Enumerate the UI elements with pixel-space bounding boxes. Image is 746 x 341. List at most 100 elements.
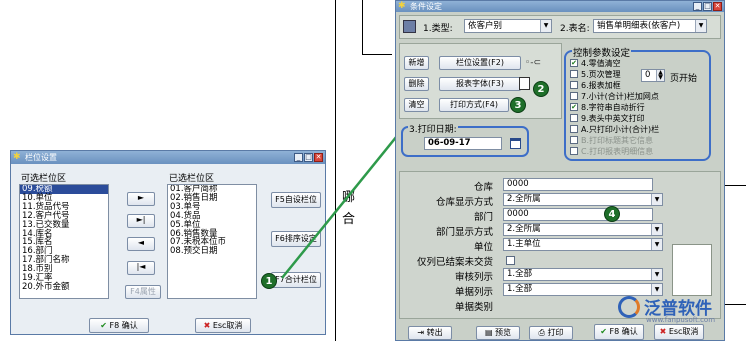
- preview-icon: ▤: [484, 328, 493, 337]
- app-icon-right: ✱: [398, 1, 406, 11]
- export-label: 转出: [426, 328, 443, 337]
- export-button[interactable]: ⇥ 转出: [408, 326, 452, 340]
- page-start-spinner[interactable]: 0 ▲ ▼: [641, 69, 665, 82]
- right-title: 条件设定: [410, 2, 442, 11]
- checkbox-icon[interactable]: [570, 81, 578, 89]
- field-value: 2.全所属: [507, 194, 541, 204]
- print-mode-button[interactable]: 打印方式(F4): [439, 98, 509, 112]
- preview-label: 预览: [495, 328, 512, 337]
- delete-label: 删除: [408, 79, 425, 88]
- field-select[interactable]: 1.全部 ▼: [503, 268, 663, 281]
- option-label: 7.小计(合计)栏加网点: [581, 92, 659, 101]
- checkbox-icon[interactable]: [570, 70, 578, 78]
- condition-settings-window: ✱ 条件设定 _ □ ✕ 1.类型: 依客户别 ▼ 2.表名: 销售单明细表(依客…: [395, 0, 725, 341]
- print-date-input[interactable]: 06-09-17: [424, 137, 502, 150]
- option-label: A.只打印小计(合计)栏: [581, 125, 660, 134]
- checkbox-icon[interactable]: [570, 136, 578, 144]
- calendar-icon[interactable]: [510, 138, 521, 149]
- option-label: 9.表头中英文打印: [581, 114, 645, 123]
- checkbox-checked-icon[interactable]: ✔: [570, 59, 578, 67]
- report-icon: [403, 20, 416, 33]
- dropdown-icon: ▼: [651, 194, 662, 205]
- field-input[interactable]: 0000: [503, 208, 653, 221]
- table-label: 2.表名:: [560, 24, 590, 34]
- table-value: 销售单明细表(依客户): [597, 21, 681, 31]
- field-value: 1.全部: [507, 269, 533, 279]
- table-select[interactable]: 销售单明细表(依客户) ▼: [593, 19, 707, 33]
- checkbox-icon[interactable]: [570, 125, 578, 133]
- option-label: 8.字符串自动折行: [581, 103, 645, 112]
- logo-mark-icon: [618, 296, 640, 318]
- field-label: 仓库: [473, 182, 493, 193]
- confirm-label: F8 确认: [609, 327, 638, 336]
- check-icon: ✔: [600, 327, 607, 336]
- dropdown-icon: ▼: [651, 224, 662, 235]
- field-value: 1.主单位: [507, 239, 541, 249]
- date-value: 06-09-17: [428, 138, 471, 148]
- field-label: 单据类别: [454, 302, 493, 313]
- field-select[interactable]: 1.主单位 ▼: [503, 238, 663, 251]
- checkbox-icon[interactable]: [570, 147, 578, 155]
- step-badge-3: 3: [510, 97, 526, 113]
- checkbox-icon[interactable]: [570, 92, 578, 100]
- checkbox-checked-icon[interactable]: ✔: [570, 103, 578, 111]
- field-input[interactable]: 0000: [503, 178, 653, 191]
- step-badge-4: 4: [604, 206, 620, 222]
- field-label: 仓库显示方式: [435, 197, 493, 208]
- page-num: 0: [645, 70, 651, 80]
- column-settings-icon: ◦-⊂: [525, 58, 542, 68]
- maximize-icon-right[interactable]: □: [703, 2, 712, 11]
- checkbox-icon[interactable]: [570, 114, 578, 122]
- control-params-title: 控制参数设定: [572, 45, 632, 59]
- type-value: 依客户别: [468, 21, 503, 31]
- field-value: 2.全所属: [507, 224, 541, 234]
- col-label: 栏位设置(F2): [456, 58, 504, 67]
- option-label: 4.零值清空: [581, 59, 621, 68]
- esc-cancel-label: Esc取消: [668, 327, 699, 336]
- field-label: 审核列示: [454, 272, 493, 283]
- logo-url: www.fanpusoft.com: [646, 316, 716, 324]
- preview-box: [672, 244, 712, 296]
- dropdown-icon: ▼: [540, 20, 551, 32]
- field-value: 1.全部: [507, 284, 533, 294]
- delete-button[interactable]: 删除: [404, 77, 429, 91]
- print-date-label: 3.打印日期:: [408, 122, 458, 135]
- field-select[interactable]: 2.全所属 ▼: [503, 193, 663, 206]
- print-button[interactable]: ⎙ 打印: [529, 326, 573, 340]
- column-settings-button[interactable]: 栏位设置(F2): [439, 56, 521, 70]
- clear-button[interactable]: 清空: [404, 98, 429, 112]
- dropdown-icon: ▼: [651, 269, 662, 280]
- report-font-button[interactable]: 报表字体(F3): [439, 77, 521, 91]
- clear-label: 清空: [408, 100, 425, 109]
- minimize-icon-right[interactable]: _: [693, 2, 702, 11]
- option-label: B.打印标题其它信息: [581, 136, 654, 145]
- type-select[interactable]: 依客户别 ▼: [464, 19, 552, 33]
- step-badge-2: 2: [533, 81, 549, 97]
- print-mode-label: 打印方式(F4): [450, 100, 498, 109]
- preview-button[interactable]: ▤ 预览: [476, 326, 520, 340]
- cancel-x-icon: ✖: [659, 327, 667, 336]
- closed-uncleared-checkbox[interactable]: [506, 256, 515, 265]
- field-label: 单位: [473, 242, 493, 253]
- dropdown-icon: ▼: [651, 239, 662, 250]
- field-label: 仅列已结案未交货: [416, 257, 493, 268]
- field-label: 单据列示: [454, 287, 493, 298]
- field-label: 部门: [473, 212, 493, 223]
- field-value: 0000: [507, 209, 529, 219]
- field-select[interactable]: 2.全所属 ▼: [503, 223, 663, 236]
- right-titlebar: ✱ 条件设定 _ □ ✕: [396, 1, 724, 12]
- font-label: 报表字体(F3): [456, 79, 504, 88]
- new-label: 新增: [408, 58, 425, 67]
- type-label: 1.类型:: [423, 24, 453, 34]
- field-value: 0000: [507, 179, 529, 189]
- dropdown-icon: ▼: [695, 20, 706, 32]
- export-icon: ⇥: [417, 328, 425, 337]
- print-label: 打印: [547, 328, 564, 337]
- close-icon-right[interactable]: ✕: [713, 2, 722, 11]
- printer-icon: ⎙: [538, 328, 545, 337]
- option-label: 6.报表加框: [581, 81, 621, 90]
- spinner-icon: ▲ ▼: [656, 70, 664, 81]
- new-button[interactable]: 新增: [404, 56, 429, 70]
- option-label: 5.页次管理: [581, 70, 621, 79]
- field-label: 部门显示方式: [435, 227, 493, 238]
